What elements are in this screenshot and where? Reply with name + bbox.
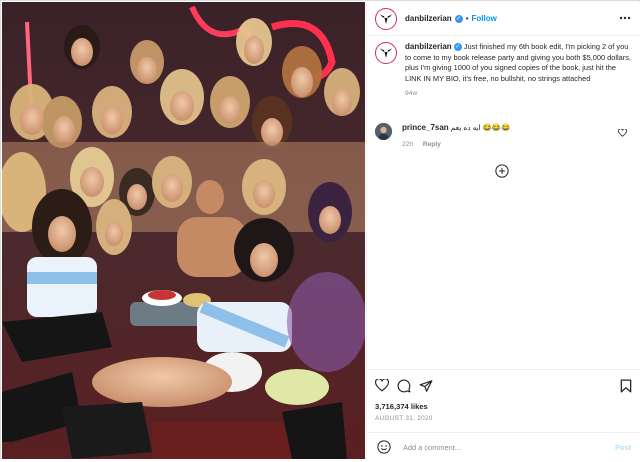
commenter-photo-icon bbox=[375, 123, 392, 140]
party-photo-image bbox=[2, 2, 365, 459]
post-dialog: danbilzerian ✓ • Follow danbilzerian ✓ J… bbox=[0, 0, 640, 459]
bull-logo-icon bbox=[380, 13, 392, 24]
comment-icon[interactable] bbox=[397, 379, 411, 393]
more-options-icon[interactable] bbox=[619, 16, 631, 20]
comment-time[interactable]: 22h bbox=[402, 141, 413, 148]
share-icon[interactable] bbox=[419, 379, 433, 393]
comment-text: ايه ده يعم 😂😂😂 bbox=[450, 123, 511, 132]
header-username[interactable]: danbilzerian bbox=[405, 14, 452, 23]
profile-avatar[interactable] bbox=[375, 7, 397, 30]
smile-icon[interactable] bbox=[377, 440, 391, 454]
post-date[interactable]: AUGUST 31, 2020 bbox=[375, 415, 433, 422]
caption-username[interactable]: danbilzerian bbox=[405, 42, 452, 51]
heart-icon[interactable] bbox=[375, 379, 389, 392]
likes-count[interactable]: 3,716,374 likes bbox=[375, 402, 428, 411]
action-icons bbox=[375, 379, 433, 393]
bull-logo-icon bbox=[380, 48, 392, 58]
caption-avatar[interactable] bbox=[375, 42, 397, 64]
post-side-panel: danbilzerian ✓ • Follow danbilzerian ✓ J… bbox=[366, 2, 640, 459]
add-comment-bar: Post bbox=[367, 432, 640, 461]
post-photo[interactable] bbox=[2, 2, 365, 459]
commenter-avatar[interactable] bbox=[375, 123, 392, 140]
commenter-username[interactable]: prince_7san bbox=[402, 123, 449, 132]
comment-body: prince_7san ايه ده يعم 😂😂😂 22h Reply bbox=[402, 123, 633, 150]
post-actions-section: 3,716,374 likes AUGUST 31, 2020 Post bbox=[367, 369, 640, 462]
verified-badge-icon: ✓ bbox=[454, 14, 463, 23]
verified-badge-icon: ✓ bbox=[453, 43, 462, 52]
add-comment-input[interactable] bbox=[401, 441, 605, 453]
follow-button[interactable]: Follow bbox=[472, 14, 497, 23]
caption-time[interactable]: 94w bbox=[405, 89, 633, 100]
header-separator: • bbox=[465, 14, 469, 23]
comment-item: prince_7san ايه ده يعم 😂😂😂 22h Reply bbox=[375, 123, 633, 150]
post-header: danbilzerian ✓ • Follow bbox=[367, 2, 640, 36]
reply-button[interactable]: Reply bbox=[423, 141, 441, 148]
caption-body: danbilzerian ✓ Just finished my 6th book… bbox=[405, 42, 633, 100]
bookmark-icon[interactable] bbox=[620, 379, 632, 393]
post-caption: danbilzerian ✓ Just finished my 6th book… bbox=[375, 42, 633, 100]
comment-meta: 22h Reply bbox=[402, 140, 633, 150]
plus-circle-icon[interactable] bbox=[495, 164, 509, 178]
comment-like-heart-icon[interactable] bbox=[618, 129, 627, 137]
post-comment-button[interactable]: Post bbox=[615, 443, 631, 452]
